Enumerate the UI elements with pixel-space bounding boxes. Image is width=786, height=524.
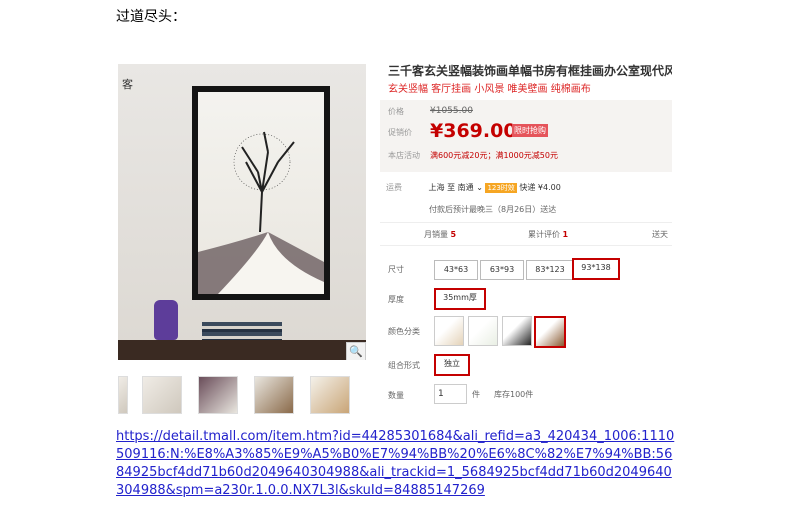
quantity-unit: 件 [472,390,480,399]
quantity-label: 数量 [388,391,404,400]
thumbnail-strip [118,376,366,414]
promo-price: ¥369.00 [430,120,517,142]
store-promo-label: 本店活动 [388,151,420,160]
chevron-down-icon[interactable]: ⌄ [476,183,483,192]
price-label: 价格 [388,107,404,116]
delivery-eta: 付款后预计最晚三（8月26日）送达 [429,205,557,214]
shipping-row: 运费 上海 至 南通 ⌄ 123时效 快递 ¥4.00 [386,182,561,193]
color-option[interactable] [468,316,498,346]
sales-stats: 月销量 5 累计评价 1 送天 [380,222,672,246]
color-label: 颜色分类 [388,327,420,336]
vase-decor [154,300,178,340]
size-option[interactable]: 83*123 [526,260,574,280]
thumbnail[interactable] [142,376,182,414]
product-link[interactable]: https://detail.tmall.com/item.htm?id=442… [116,428,676,500]
flash-sale-badge: 限时抢购 [512,124,548,137]
brand-mark: 客 [122,78,133,91]
product-subtitle: 玄关竖幅 客厅挂画 小风景 唯美壁画 纯棉画布 [388,84,591,95]
review-count[interactable]: 累计评价 1 [528,229,568,240]
color-option[interactable] [502,316,532,346]
thumbnail[interactable] [118,376,128,414]
color-option[interactable] [434,316,464,346]
price-box: 价格 ¥1055.00 促销价 ¥369.00 限时抢购 本店活动 满600元减… [380,100,672,172]
store-promo: 满600元减20元；满1000元减50元 [430,151,558,160]
size-label: 尺寸 [388,265,404,274]
promo-label: 促销价 [388,128,412,137]
product-title: 三千客玄关竖幅装饰画单幅书房有框挂画办公室现代风景 [388,64,672,78]
old-price: ¥1055.00 [430,106,473,116]
thumbnail[interactable] [310,376,350,414]
stock-count: 库存100件 [494,390,534,399]
shipping-fee: 快递 ¥4.00 [519,183,561,192]
send-points: 送天 [652,230,668,239]
quantity-input[interactable]: 1 [434,384,467,404]
shelf-decor [118,340,366,360]
product-screenshot: 客 🔍 三千客玄关竖幅装饰画单幅书房有框挂画办公室现代风景 玄关竖幅 客厅挂画 … [116,62,672,414]
shipping-label: 运费 [386,183,402,192]
size-option[interactable]: 43*63 [434,260,478,280]
combo-label: 组合形式 [388,361,420,370]
thumbnail[interactable] [254,376,294,414]
section-heading: 过道尽头： [116,9,186,25]
thickness-option-selected[interactable]: 35mm厚 [434,288,486,310]
shipping-route[interactable]: 上海 至 南通 [429,183,474,192]
monthly-sales: 月销量 5 [424,230,457,239]
framed-painting [192,86,330,300]
size-option[interactable]: 63*93 [480,260,524,280]
zoom-icon[interactable]: 🔍 [346,342,366,360]
thumbnail[interactable] [198,376,238,414]
combo-option-selected[interactable]: 独立 [434,354,470,376]
tree-illustration [198,131,324,294]
books-decor [202,322,282,340]
painting-canvas [198,92,324,294]
shipping-badge: 123时效 [485,183,517,193]
product-main-image: 客 🔍 [118,64,366,360]
color-option-selected[interactable] [534,316,566,348]
size-option-selected[interactable]: 93*138 [572,258,620,280]
thickness-label: 厚度 [388,295,404,304]
